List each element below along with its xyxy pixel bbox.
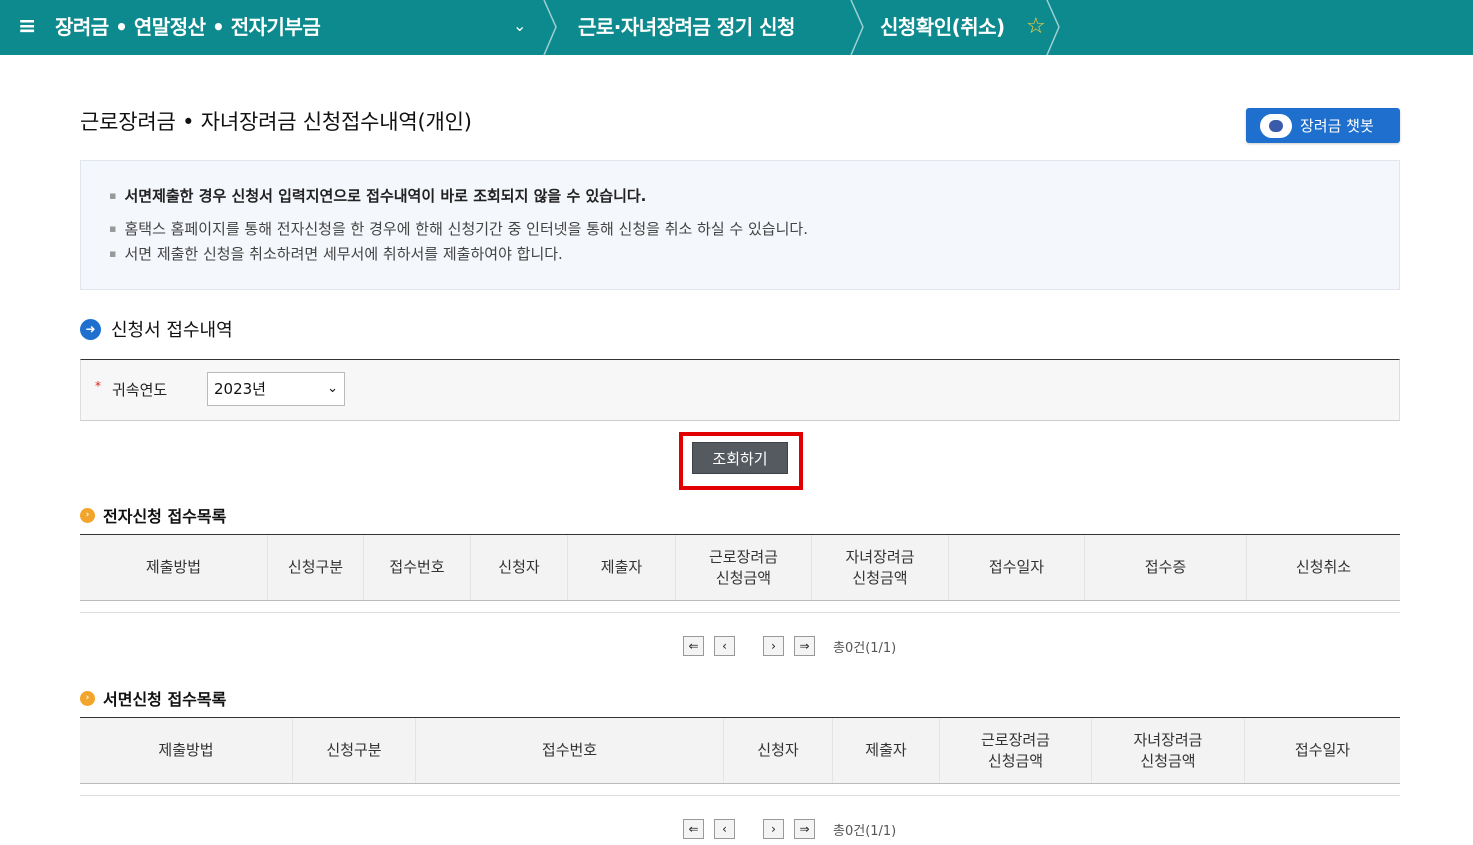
column-header: 근로장려금 신청금액 [940,718,1092,783]
year-label: 귀속연도 [112,381,168,399]
last-page-icon[interactable]: ⇒ [794,819,815,839]
electronic-list-title: › 전자신청 접수목록 [80,503,226,527]
column-header: 제출방법 [80,535,268,600]
first-page-icon[interactable]: ⇐ [683,819,704,839]
column-header: 자녀장려금 신청금액 [1092,718,1245,783]
column-header: 접수일자 [949,535,1085,600]
chevron-right-circle-icon: › [80,690,95,706]
hamburger-menu-icon[interactable]: ≡ [18,14,36,40]
column-header: 접수증 [1085,535,1247,600]
column-header: 신청자 [724,718,833,783]
column-header: 신청취소 [1295,558,1352,576]
arrow-right-circle-icon: ➜ [80,318,101,340]
column-header: 신청구분 [293,718,416,783]
total-count: 총0건(1/1) [833,640,897,656]
breadcrumb-category[interactable]: 장려금 • 연말정산 • 전자기부금 [55,0,321,55]
chevron-down-icon: ⌄ [327,381,338,396]
table-header-row: 제출방법 신청구분 접수번호 신청자 제출자 근로장려금 신청금액 자녀장려금 … [80,718,1400,784]
chevron-down-icon[interactable]: ⌄ [513,16,526,35]
column-header: 제출자 [833,718,940,783]
pagination: ⇐ ‹ › ⇒ 총0건(1/1) [683,818,896,840]
table-empty-body [80,601,1400,613]
prev-page-icon[interactable]: ‹ [714,819,735,839]
year-select[interactable]: 2023년 ⌄ [207,372,345,406]
notice-box: 서면제출한 경우 신청서 입력지연으로 접수내역이 바로 조회되지 않을 수 있… [80,160,1400,290]
search-button[interactable]: 조회하기 [692,442,788,474]
year-select-value: 2023년 [214,380,266,398]
notice-line: 서면 제출한 신청을 취소하려면 세무서에 취하서를 제출하여야 합니다. [109,243,562,264]
breadcrumb-separator [850,0,864,55]
breadcrumb-current-page[interactable]: 신청확인(취소) [880,0,1005,55]
paper-list-table: 제출방법 신청구분 접수번호 신청자 제출자 근로장려금 신청금액 자녀장려금 … [80,717,1400,796]
breadcrumb-menu[interactable]: 근로·자녀장려금 정기 신청 [578,0,795,55]
paper-list-title: › 서면신청 접수목록 [80,686,226,710]
total-count: 총0건(1/1) [833,823,897,839]
top-navigation-bar: ≡ 장려금 • 연말정산 • 전자기부금 ⌄ 근로·자녀장려금 정기 신청 신청… [0,0,1473,55]
table-header-row: 제출방법 신청구분 접수번호 신청자 제출자 근로장려금 신청금액 자녀장려금 … [80,535,1400,601]
breadcrumb-separator [1046,0,1060,55]
electronic-list-table: 제출방법 신청구분 접수번호 신청자 제출자 근로장려금 신청금액 자녀장려금 … [80,534,1400,613]
electronic-list-title-label: 전자신청 접수목록 [103,507,227,526]
column-header: 자녀장려금 신청금액 [812,535,949,600]
prev-page-icon[interactable]: ‹ [714,636,735,656]
column-header: 접수번호 [416,718,724,783]
favorite-star-icon[interactable]: ☆ [1026,14,1046,40]
column-header: 접수번호 [364,535,471,600]
chevron-right-circle-icon: › [80,507,95,523]
column-header: 제출방법 [80,718,293,783]
notice-line: 홈택스 홈페이지를 통해 전자신청을 한 경우에 한해 신청기간 중 인터넷을 … [109,218,808,239]
chatbot-button[interactable]: 장려금 챗봇 [1246,108,1400,143]
column-header: 접수일자 [1294,741,1351,759]
paper-list-title-label: 서면신청 접수목록 [103,690,227,709]
search-filter-box: * 귀속연도 2023년 ⌄ [80,359,1400,421]
next-page-icon[interactable]: › [763,819,784,839]
chatbot-label: 장려금 챗봇 [1300,117,1374,135]
first-page-icon[interactable]: ⇐ [683,636,704,656]
column-header: 신청구분 [268,535,364,600]
table-empty-body [80,784,1400,796]
required-mark: * [95,379,101,393]
pagination: ⇐ ‹ › ⇒ 총0건(1/1) [683,635,896,657]
column-header: 제출자 [568,535,676,600]
column-header: 근로장려금 신청금액 [676,535,812,600]
notice-line: 서면제출한 경우 신청서 입력지연으로 접수내역이 바로 조회되지 않을 수 있… [109,185,646,206]
next-page-icon[interactable]: › [763,636,784,656]
section-title-label: 신청서 접수내역 [111,320,233,341]
breadcrumb-separator [543,0,557,55]
section-title: ➜ 신청서 접수내역 [80,316,233,342]
page-title: 근로장려금 • 자녀장려금 신청접수내역(개인) [80,110,472,134]
last-page-icon[interactable]: ⇒ [794,636,815,656]
column-header: 신청자 [471,535,568,600]
chatbot-icon [1260,113,1292,138]
